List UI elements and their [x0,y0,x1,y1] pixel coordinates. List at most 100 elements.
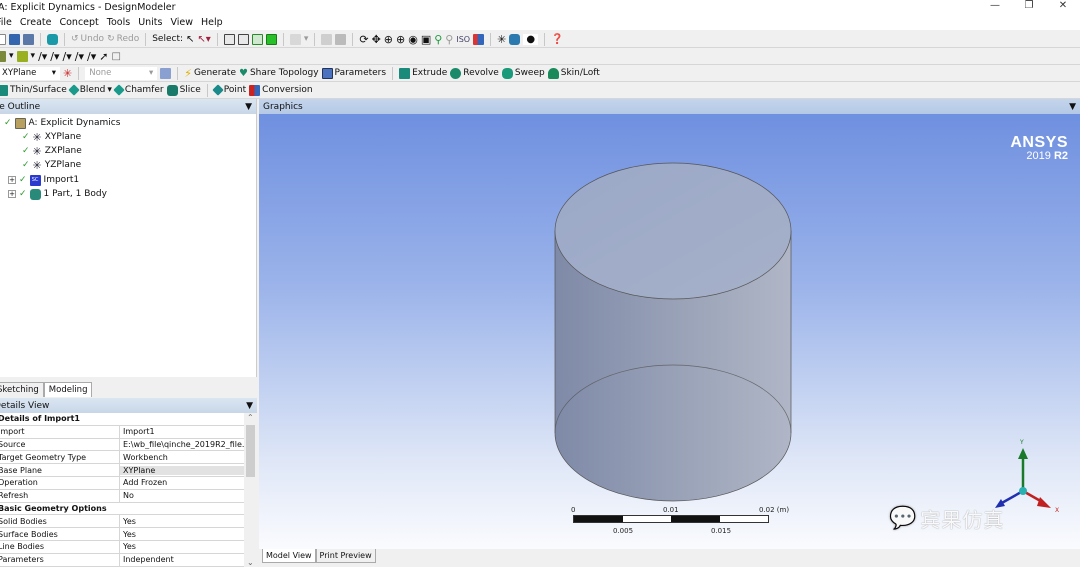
extrude-button[interactable]: Extrude [399,67,447,79]
zoom-window-icon[interactable]: ▣ [421,33,431,46]
zoom-fit-icon[interactable]: ⚲ [434,33,442,46]
new-icon[interactable] [0,33,6,45]
hide-icon[interactable] [335,33,347,45]
zoom-in-icon[interactable]: ⊕ [396,33,405,46]
tree-root[interactable]: ✓ A: Explicit Dynamics [4,116,120,130]
menu-view[interactable]: View [170,17,193,28]
cylinder-body[interactable] [554,162,792,502]
sketch-tool-4-icon[interactable]: ∕▾ [75,50,84,63]
redo-button[interactable]: ↻ Redo [107,34,139,44]
zoom-box-icon[interactable]: ◉ [408,33,418,46]
new-plane-icon[interactable] [0,50,6,62]
thin-surface-button[interactable]: Thin/Surface [0,84,67,96]
chamfer-button[interactable]: Chamfer [113,84,164,96]
select-mode-dropdown-icon[interactable]: ↖▾ [197,34,210,45]
model-canvas[interactable]: Y X [259,114,1080,549]
scroll-down-icon[interactable]: ⌄ [247,558,254,567]
undo-button[interactable]: ↺ Undo [71,34,104,44]
save-icon[interactable] [9,33,20,45]
new-sketch-icon[interactable] [16,50,28,62]
new-sketch-icon[interactable] [160,67,172,79]
pin-icon[interactable]: ▼ [1069,102,1076,112]
zoom-icon[interactable]: ⊕ [384,33,393,46]
details-row[interactable]: Operation Add Frozen [0,476,244,490]
revolve-button[interactable]: Revolve [450,67,499,79]
select-point-icon[interactable] [223,33,235,45]
display-model-icon[interactable] [509,33,521,45]
details-row[interactable]: Solid Bodies Yes [0,515,244,529]
skin-loft-button[interactable]: Skin/Loft [547,67,600,79]
conversion-button[interactable]: Conversion [249,84,313,96]
pin-icon[interactable]: ▼ [245,102,252,112]
cylinder-top-face[interactable] [554,162,792,300]
save-as-icon[interactable] [23,33,34,45]
generate-button[interactable]: ⚡ Generate [184,67,236,80]
tree-item-zxplane[interactable]: ✓ ✳ ZXPlane [22,144,82,158]
scrollbar-thumb[interactable] [246,425,255,477]
graphics-viewport[interactable]: ANSYS 2019 R2 Y X 0 0.01 0.02 (m) 0.005 … [259,114,1080,549]
slice-button[interactable]: Slice [166,84,201,96]
details-row[interactable]: Import Import1 [0,425,244,439]
tab-sketching[interactable]: Sketching [0,382,44,397]
pin-icon[interactable]: ▼ [246,401,253,411]
sweep-button[interactable]: Sweep [501,67,545,79]
new-plane-axis-icon[interactable]: ✳ [63,67,72,80]
pan-icon[interactable]: ✥ [372,33,381,46]
display-toggle-icon[interactable] [473,33,485,45]
menu-help[interactable]: Help [201,17,223,28]
triad-icon[interactable]: ✳ [497,33,506,46]
share-topology-button[interactable]: ♥ Share Topology [239,68,319,79]
sketch-frame-icon[interactable]: □ [111,51,120,62]
blend-button[interactable]: Blend ▾ [68,84,112,96]
display-point-icon[interactable]: ● [523,33,539,45]
sketch-combo[interactable]: None ▾ [85,66,158,80]
extend-selection-icon[interactable] [289,33,301,45]
rotate-icon[interactable]: ⟳ [359,33,368,46]
sketch-tool-3-icon[interactable]: ∕▾ [63,50,72,63]
help-cursor-icon[interactable]: ❓ [551,34,563,45]
magnifier-icon[interactable]: ⚲ [445,33,453,46]
dropdown-arrow-icon[interactable]: ▾ [31,51,36,61]
menu-file[interactable]: File [0,17,12,28]
details-row[interactable]: Source E:\wb_file\qinche_2019R2_file... [0,438,244,452]
menu-tools[interactable]: Tools [107,17,130,28]
details-row[interactable]: Line Bodies Yes [0,540,244,554]
tab-modeling[interactable]: Modeling [43,382,93,397]
point-button[interactable]: Point [212,84,246,96]
tree-item-yzplane[interactable]: ✓ ✳ YZPlane [22,158,81,172]
details-row[interactable]: Refresh No [0,489,244,503]
expand-icon[interactable]: + [8,176,16,184]
plane-combo[interactable]: XYPlane ▾ [0,66,60,80]
tab-print-preview[interactable]: Print Preview [315,549,376,563]
scroll-up-icon[interactable]: ⌃ [247,413,254,422]
tree-item-import1[interactable]: + ✓ SC Import1 [8,173,79,187]
select-body-icon[interactable] [265,33,277,45]
details-row[interactable]: Target Geometry Type Workbench [0,451,244,465]
minimize-button[interactable]: — [978,0,1012,15]
tab-model-view[interactable]: Model View [262,549,316,563]
select-single-icon[interactable]: ↖ [186,34,194,45]
coordinate-triad[interactable]: Y X [995,439,1059,514]
sketch-tool-2-icon[interactable]: ∕▾ [50,50,59,63]
details-scrollbar[interactable]: ⌃ ⌄ [244,413,257,567]
menu-concept[interactable]: Concept [59,17,98,28]
details-row[interactable]: Parameters Independent [0,553,244,567]
menu-units[interactable]: Units [138,17,162,28]
tree-item-parts[interactable]: + ✓ 1 Part, 1 Body [8,187,107,201]
menu-create[interactable]: Create [20,17,52,28]
select-all-icon[interactable] [321,33,333,45]
sketch-tool-5-icon[interactable]: ∕▾ [87,50,96,63]
tree-item-xyplane[interactable]: ✓ ✳ XYPlane [22,130,81,144]
restore-button[interactable]: ❐ [1012,0,1046,15]
iso-view-icon[interactable]: ISO [456,35,470,44]
select-edge-icon[interactable] [237,33,249,45]
expand-icon[interactable]: + [8,190,16,198]
select-face-icon[interactable] [251,33,263,45]
screenshot-icon[interactable] [47,33,58,45]
sketch-tool-1-icon[interactable]: ∕▾ [38,50,47,63]
dropdown-arrow-icon[interactable]: ▾ [304,34,309,44]
details-row[interactable]: Base Plane XYPlane [0,464,244,477]
look-at-icon[interactable]: ➚ [99,50,108,63]
parameters-button[interactable]: Parameters [321,67,386,79]
dropdown-arrow-icon[interactable]: ▾ [9,51,14,61]
